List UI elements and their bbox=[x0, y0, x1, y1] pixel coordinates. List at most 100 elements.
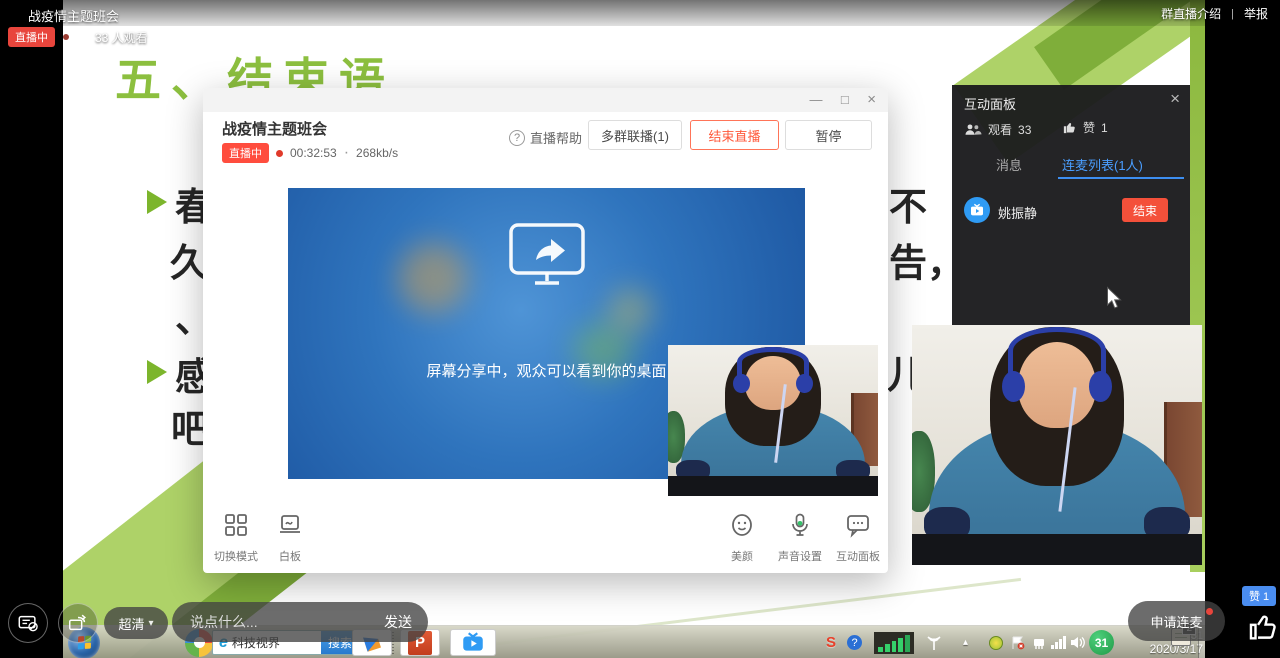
tray-network[interactable] bbox=[1031, 626, 1047, 658]
wallpaper-blob bbox=[398, 243, 468, 313]
presenter-webcam-inset bbox=[668, 345, 878, 496]
up-arrow-icon: ▴ bbox=[963, 637, 968, 648]
stream-duration: 00:32:53 bbox=[290, 146, 337, 160]
help-label: 直播帮助 bbox=[530, 128, 582, 147]
request-mic-button[interactable]: 申请连麦 bbox=[1128, 601, 1225, 641]
like-icon bbox=[1062, 120, 1077, 135]
live-status-badge: 直播中 bbox=[222, 143, 269, 163]
headphone-earcup-icon bbox=[733, 374, 750, 394]
panel-like-label: 赞 bbox=[1083, 119, 1095, 136]
panel-title: 互动面板 bbox=[964, 94, 1016, 113]
viewer-top-bar: 战疫情主题班会 群直播介绍 | 举报 bbox=[0, 0, 1280, 26]
quality-label: 超清 bbox=[118, 614, 144, 633]
viewer-stream-title: 战疫情主题班会 bbox=[28, 6, 119, 25]
minimize-button[interactable]: — bbox=[809, 92, 822, 107]
calendar-day-badge: 31 bbox=[1095, 636, 1108, 650]
group-intro-link[interactable]: 群直播介绍 bbox=[1161, 5, 1221, 22]
end-mic-button[interactable]: 结束 bbox=[1122, 198, 1168, 222]
comments-off-icon bbox=[17, 612, 39, 634]
status-dot-icon bbox=[63, 34, 69, 40]
tray-help[interactable]: ? bbox=[847, 626, 862, 658]
report-link[interactable]: 举报 bbox=[1244, 5, 1268, 22]
whiteboard-button[interactable]: 白板 bbox=[255, 512, 325, 564]
sogou-icon: S bbox=[826, 634, 836, 651]
mic-list-item: 姚振静 结束 bbox=[964, 195, 1178, 225]
slide-bullet-icon bbox=[147, 190, 167, 214]
maximize-button[interactable]: □ bbox=[841, 92, 849, 107]
whiteboard-icon bbox=[277, 512, 303, 538]
chat-bubble-icon bbox=[845, 512, 871, 538]
member-avatar bbox=[964, 197, 990, 223]
speaker-icon bbox=[1069, 634, 1086, 651]
chat-input[interactable] bbox=[188, 613, 358, 631]
tv-play-icon bbox=[460, 630, 486, 656]
wallpaper-blob bbox=[608, 288, 653, 333]
watch-label: 观看 bbox=[988, 121, 1012, 138]
mouse-cursor bbox=[1106, 286, 1123, 316]
tv-play-icon bbox=[969, 202, 985, 218]
headphone-earcup-icon bbox=[1089, 371, 1112, 402]
end-live-button[interactable]: 结束直播 bbox=[690, 120, 779, 150]
like-count-badge: 赞 1 bbox=[1242, 586, 1276, 606]
traffic-bars-icon bbox=[874, 632, 914, 654]
rotate-icon bbox=[67, 612, 89, 634]
tray-calendar-app[interactable]: 31 bbox=[1089, 626, 1114, 658]
shield-icon bbox=[989, 636, 1003, 650]
panel-close-icon[interactable]: × bbox=[1170, 89, 1180, 109]
live-help-link[interactable]: ? 直播帮助 bbox=[509, 128, 582, 147]
headphone-band-icon bbox=[1008, 327, 1107, 375]
tray-signal[interactable] bbox=[1051, 626, 1066, 658]
window-titlebar: — □ × bbox=[203, 88, 888, 112]
flag-icon bbox=[1010, 635, 1026, 651]
tray-show-hidden[interactable]: ▴ bbox=[963, 626, 968, 658]
microphone-icon bbox=[787, 512, 813, 538]
help-circle-icon: ? bbox=[509, 130, 525, 146]
desk bbox=[668, 476, 878, 496]
interaction-panel: 互动面板 × 观看 33 赞 1 消息 连麦列表(1人) 姚振静 结束 bbox=[952, 85, 1190, 325]
stream-title: 战疫情主题班会 bbox=[222, 118, 327, 139]
grid-icon bbox=[223, 512, 249, 538]
tray-antenna[interactable] bbox=[925, 626, 943, 658]
headphone-earcup-icon bbox=[796, 374, 813, 394]
tray-volume[interactable] bbox=[1069, 626, 1086, 658]
tray-action-center[interactable] bbox=[1010, 626, 1026, 658]
taskbar-app-live[interactable] bbox=[450, 626, 496, 658]
screen-share-icon bbox=[508, 222, 586, 293]
whiteboard-label: 白板 bbox=[255, 548, 325, 564]
dot-separator: · bbox=[344, 144, 349, 162]
ethernet-icon bbox=[1031, 635, 1047, 651]
viewers-icon bbox=[70, 31, 89, 45]
close-button[interactable]: × bbox=[867, 91, 876, 108]
viewer-live-badge: 直播中 bbox=[8, 27, 55, 47]
smiley-icon bbox=[729, 512, 755, 538]
signal-bars-icon bbox=[1051, 636, 1066, 649]
multi-group-cast-button[interactable]: 多群联播(1) bbox=[588, 120, 682, 150]
chat-input-pill: 发送 bbox=[172, 602, 428, 642]
pause-button[interactable]: 暂停 bbox=[785, 120, 872, 150]
recording-dot-icon bbox=[276, 150, 283, 157]
like-button[interactable] bbox=[1246, 608, 1280, 651]
thumbs-up-icon bbox=[1246, 608, 1280, 646]
tab-messages[interactable]: 消息 bbox=[996, 155, 1022, 174]
watch-count: 33 bbox=[1018, 123, 1031, 137]
caret-down-icon: ▾ bbox=[148, 618, 153, 629]
interaction-panel-label: 互动面板 bbox=[823, 548, 893, 564]
antenna-icon bbox=[925, 634, 943, 652]
rotate-screen-button[interactable] bbox=[58, 603, 98, 643]
tab-mic-list[interactable]: 连麦列表(1人) bbox=[1062, 155, 1143, 174]
viewers-icon bbox=[964, 123, 982, 136]
active-tab-underline bbox=[1058, 177, 1184, 179]
live-stream-tool-window: — □ × 战疫情主题班会 直播中 00:32:53 · 268kb/s ? 直… bbox=[203, 88, 888, 573]
danmaku-toggle-button[interactable] bbox=[8, 603, 48, 643]
tray-net-meter[interactable] bbox=[874, 626, 914, 658]
help-circle-icon: ? bbox=[847, 635, 862, 650]
tray-sogou[interactable]: S bbox=[826, 626, 836, 658]
tray-security[interactable] bbox=[989, 626, 1003, 658]
divider: | bbox=[1231, 8, 1234, 20]
stream-bitrate: 268kb/s bbox=[356, 146, 398, 160]
slide-bullet-icon bbox=[147, 360, 167, 384]
desk bbox=[912, 534, 1202, 565]
interaction-panel-button[interactable]: 互动面板 bbox=[823, 512, 893, 564]
send-button[interactable]: 发送 bbox=[384, 612, 412, 632]
quality-selector[interactable]: 超清 ▾ bbox=[104, 607, 168, 639]
